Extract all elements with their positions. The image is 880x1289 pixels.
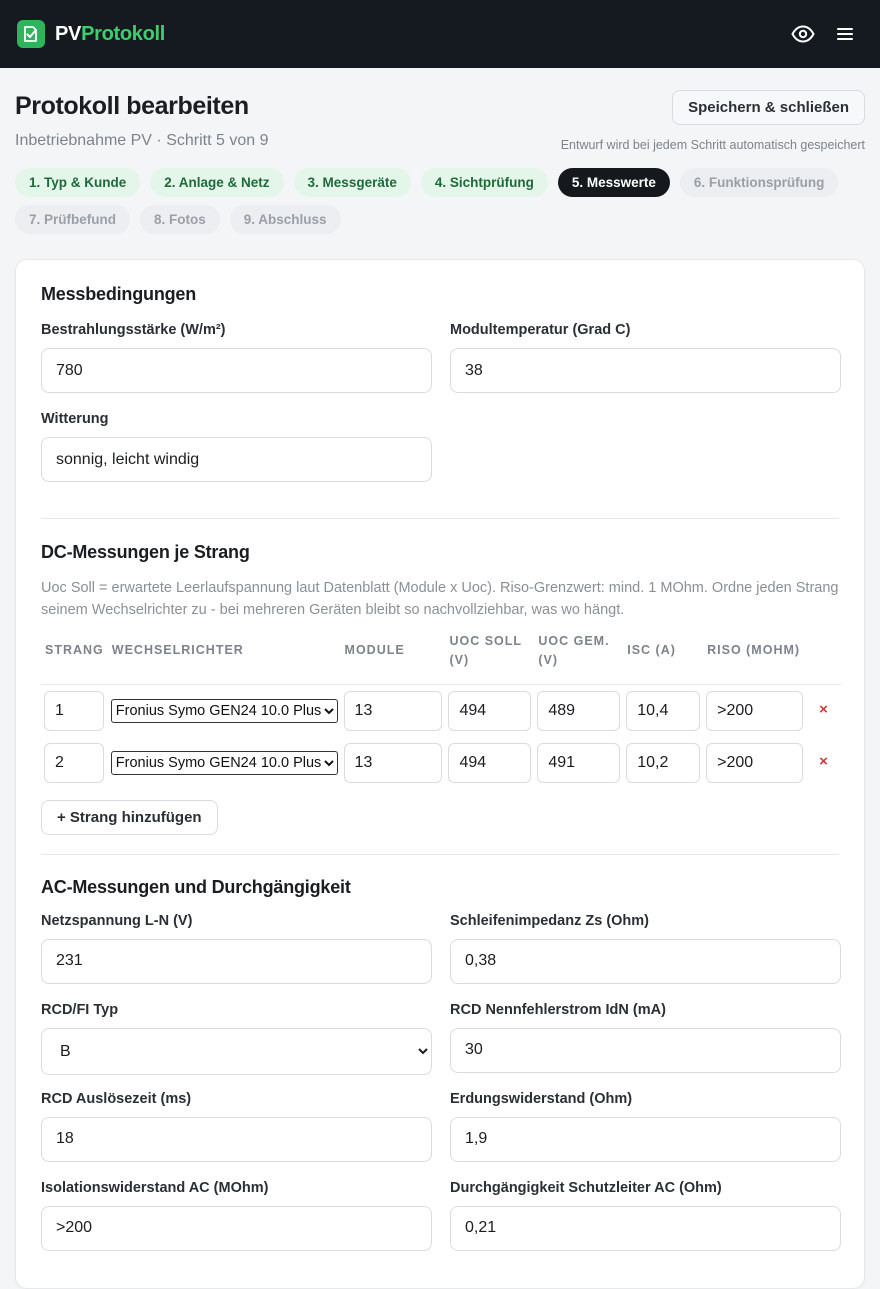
rcd-current-label: RCD Nennfehlerstrom IdN (mA) (450, 1001, 666, 1018)
isc-input[interactable] (626, 690, 701, 731)
continuity-input[interactable] (450, 1205, 841, 1251)
brand[interactable]: PVProtokoll (17, 20, 165, 48)
loop-impedance-label: Schleifenimpedanz Zs (Ohm) (450, 912, 649, 929)
dc-hint-text: Uoc Soll = erwartete Leerlaufspannung la… (41, 580, 839, 618)
tab-step-8[interactable]: 8. Fotos (140, 205, 220, 234)
rcd-time-input[interactable] (41, 1116, 432, 1162)
strang-number-input[interactable] (44, 690, 104, 731)
tab-step-2[interactable]: 2. Anlage & Netz (150, 168, 284, 197)
section-title-conditions: Messbedingungen (41, 284, 197, 304)
section-title-ac: AC-Messungen und Durchgängigkeit (41, 876, 351, 897)
strang-number-input[interactable] (44, 742, 104, 783)
col-modules: MODULE (340, 628, 446, 685)
page-subtitle: Inbetriebnahme PV · Schritt 5 von 9 (15, 132, 269, 149)
col-inverter: WECHSELRICHTER (107, 628, 341, 685)
insulation-label: Isolationswiderstand AC (MOhm) (41, 1179, 269, 1196)
tab-step-7[interactable]: 7. Prüfbefund (15, 205, 130, 234)
weather-label: Witterung (41, 411, 109, 427)
brand-name: PVProtokoll (55, 22, 166, 45)
col-uoc-soll: UOC SOLL (V) (445, 628, 535, 685)
table-row: Fronius Symo GEN24 10.0 Plus × (41, 684, 841, 731)
insulation-input[interactable] (41, 1205, 432, 1251)
tab-step-4[interactable]: 4. Sichtprüfung (420, 168, 548, 197)
delete-row-icon[interactable]: × (809, 701, 838, 718)
table-header-row: STRANG WECHSELRICHTER MODULE UOC SOLL (V)… (41, 628, 841, 685)
col-isc: ISC (A) (623, 628, 704, 685)
rcd-type-label: RCD/FI Typ (41, 1001, 119, 1018)
form-card: Messbedingungen Bestrahlungsstärke (W/m²… (15, 259, 865, 1289)
table-row: Fronius Symo GEN24 10.0 Plus × (41, 731, 841, 783)
autosave-note: Entwurf wird bei jedem Schritt automatis… (560, 138, 865, 152)
col-uoc-gem: UOC GEM. (V) (534, 628, 624, 685)
preview-eye-icon[interactable] (791, 25, 815, 43)
col-riso: RISO (MOHM) (703, 628, 806, 685)
irradiance-input[interactable] (41, 348, 432, 393)
uoc-gem-input[interactable] (537, 742, 621, 783)
page-title: Protokoll bearbeiten (15, 92, 249, 120)
modules-input[interactable] (343, 690, 443, 731)
inverter-select[interactable]: Fronius Symo GEN24 10.0 Plus (110, 750, 338, 775)
inverter-select[interactable]: Fronius Symo GEN24 10.0 Plus (110, 698, 338, 723)
page-header: Protokoll bearbeiten Inbetriebnahme PV ·… (0, 68, 880, 152)
continuity-label: Durchgängigkeit Schutzleiter AC (Ohm) (450, 1179, 722, 1196)
logo-icon (17, 20, 45, 48)
earth-resistance-label: Erdungswiderstand (Ohm) (450, 1090, 633, 1107)
section-title-dc: DC-Messungen je Strang (41, 542, 250, 562)
uoc-soll-input[interactable] (448, 690, 532, 731)
section-divider (41, 853, 839, 855)
uoc-gem-input[interactable] (537, 690, 621, 731)
tab-step-1[interactable]: 1. Typ & Kunde (15, 168, 141, 197)
delete-row-icon[interactable]: × (809, 753, 838, 770)
uoc-soll-input[interactable] (448, 742, 532, 783)
riso-input[interactable] (706, 742, 803, 783)
riso-input[interactable] (706, 690, 803, 731)
dc-strings-table: STRANG WECHSELRICHTER MODULE UOC SOLL (V)… (41, 628, 841, 783)
menu-icon[interactable] (837, 27, 853, 41)
isc-input[interactable] (626, 742, 701, 783)
irradiance-label: Bestrahlungsstärke (W/m²) (41, 322, 226, 338)
tab-step-5[interactable]: 5. Messwerte (557, 168, 670, 197)
rcd-time-label: RCD Auslösezeit (ms) (41, 1090, 192, 1107)
rcd-current-input[interactable] (450, 1027, 841, 1073)
section-divider (41, 518, 839, 519)
module-temperature-label: Modultemperatur (Grad C) (450, 322, 631, 338)
module-temperature-input[interactable] (450, 348, 841, 393)
col-strang: STRANG (41, 628, 108, 685)
rcd-type-select[interactable]: B (41, 1027, 432, 1075)
voltage-label: Netzspannung L-N (V) (41, 912, 193, 929)
save-and-close-button[interactable]: Speichern & schließen (672, 90, 865, 125)
weather-input[interactable] (41, 437, 432, 482)
top-bar: PVProtokoll (0, 0, 880, 68)
earth-resistance-input[interactable] (450, 1116, 841, 1162)
voltage-input[interactable] (41, 938, 432, 984)
tab-step-9[interactable]: 9. Abschluss (229, 205, 341, 234)
loop-impedance-input[interactable] (450, 938, 841, 984)
modules-input[interactable] (343, 742, 443, 783)
tab-step-6[interactable]: 6. Funktionsprüfung (679, 168, 839, 197)
step-tabs: 1. Typ & Kunde 2. Anlage & Netz 3. Messg… (0, 152, 860, 234)
tab-step-3[interactable]: 3. Messgeräte (293, 168, 411, 197)
add-string-button[interactable]: + Strang hinzufügen (41, 799, 218, 835)
